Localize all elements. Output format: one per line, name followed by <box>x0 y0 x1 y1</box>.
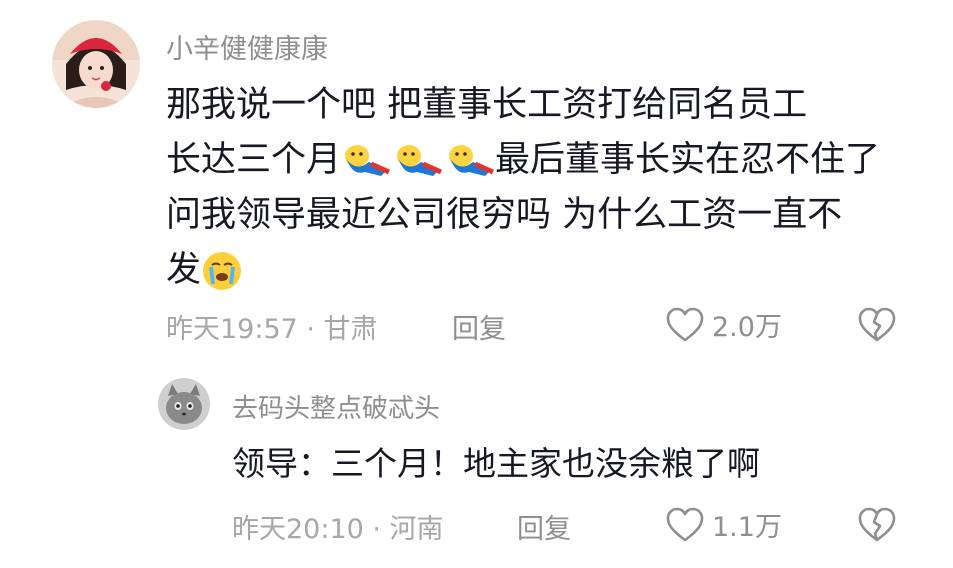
heart-icon <box>666 507 704 541</box>
reply-button[interactable]: 回复 <box>452 307 506 346</box>
avatar[interactable] <box>52 20 140 108</box>
like-button[interactable]: 2.0万 <box>666 305 782 344</box>
like-button[interactable]: 1.1万 <box>666 505 782 544</box>
heart-icon <box>666 307 704 341</box>
comment-text-line: 长达三个月 最后董事长实在忍不住了 <box>166 133 880 188</box>
comment-text-line: 发 <box>166 243 880 298</box>
username[interactable]: 小辛健健康康 <box>166 27 328 66</box>
comment-text-segment: 发 <box>166 250 202 290</box>
reply-comment: 去码头整点破忒头 领导：三个月！地主家也没余粮了啊 昨天20:10 · 河南 回… <box>0 370 953 568</box>
comment-meta: 昨天20:10 · 河南 <box>232 514 444 545</box>
comment-text-line: 问我领导最近公司很穷吗 为什么工资一直不 <box>166 195 843 235</box>
crawling-emoji-icon <box>449 145 495 176</box>
avatar[interactable] <box>158 378 210 430</box>
username[interactable]: 去码头整点破忒头 <box>232 388 440 425</box>
comment-text-segment: 长达三个月 <box>166 140 342 180</box>
like-count: 1.1万 <box>712 512 782 543</box>
broken-heart-icon[interactable] <box>858 507 896 543</box>
comment-text-segment: 最后董事长实在忍不住了 <box>495 140 881 180</box>
like-count: 2.0万 <box>712 312 782 343</box>
crawling-emoji-icon <box>345 145 391 176</box>
reply-button[interactable]: 回复 <box>517 507 571 546</box>
comment-text: 那我说一个吧 把董事长工资打给同名员工 长达三个月 最后董事长实在忍不住了 问我领… <box>166 78 880 298</box>
broken-heart-icon[interactable] <box>858 307 896 343</box>
comment-text-line: 那我说一个吧 把董事长工资打给同名员工 <box>166 85 808 125</box>
crying-emoji-icon <box>203 252 242 290</box>
comment: 小辛健健康康 那我说一个吧 把董事长工资打给同名员工 长达三个月 最后董事长实在忍… <box>0 0 953 370</box>
crawling-emoji-icon <box>397 145 443 176</box>
comment-meta: 昨天19:57 · 甘肃 <box>166 314 378 345</box>
comment-text: 领导：三个月！地主家也没余粮了啊 <box>232 444 760 483</box>
